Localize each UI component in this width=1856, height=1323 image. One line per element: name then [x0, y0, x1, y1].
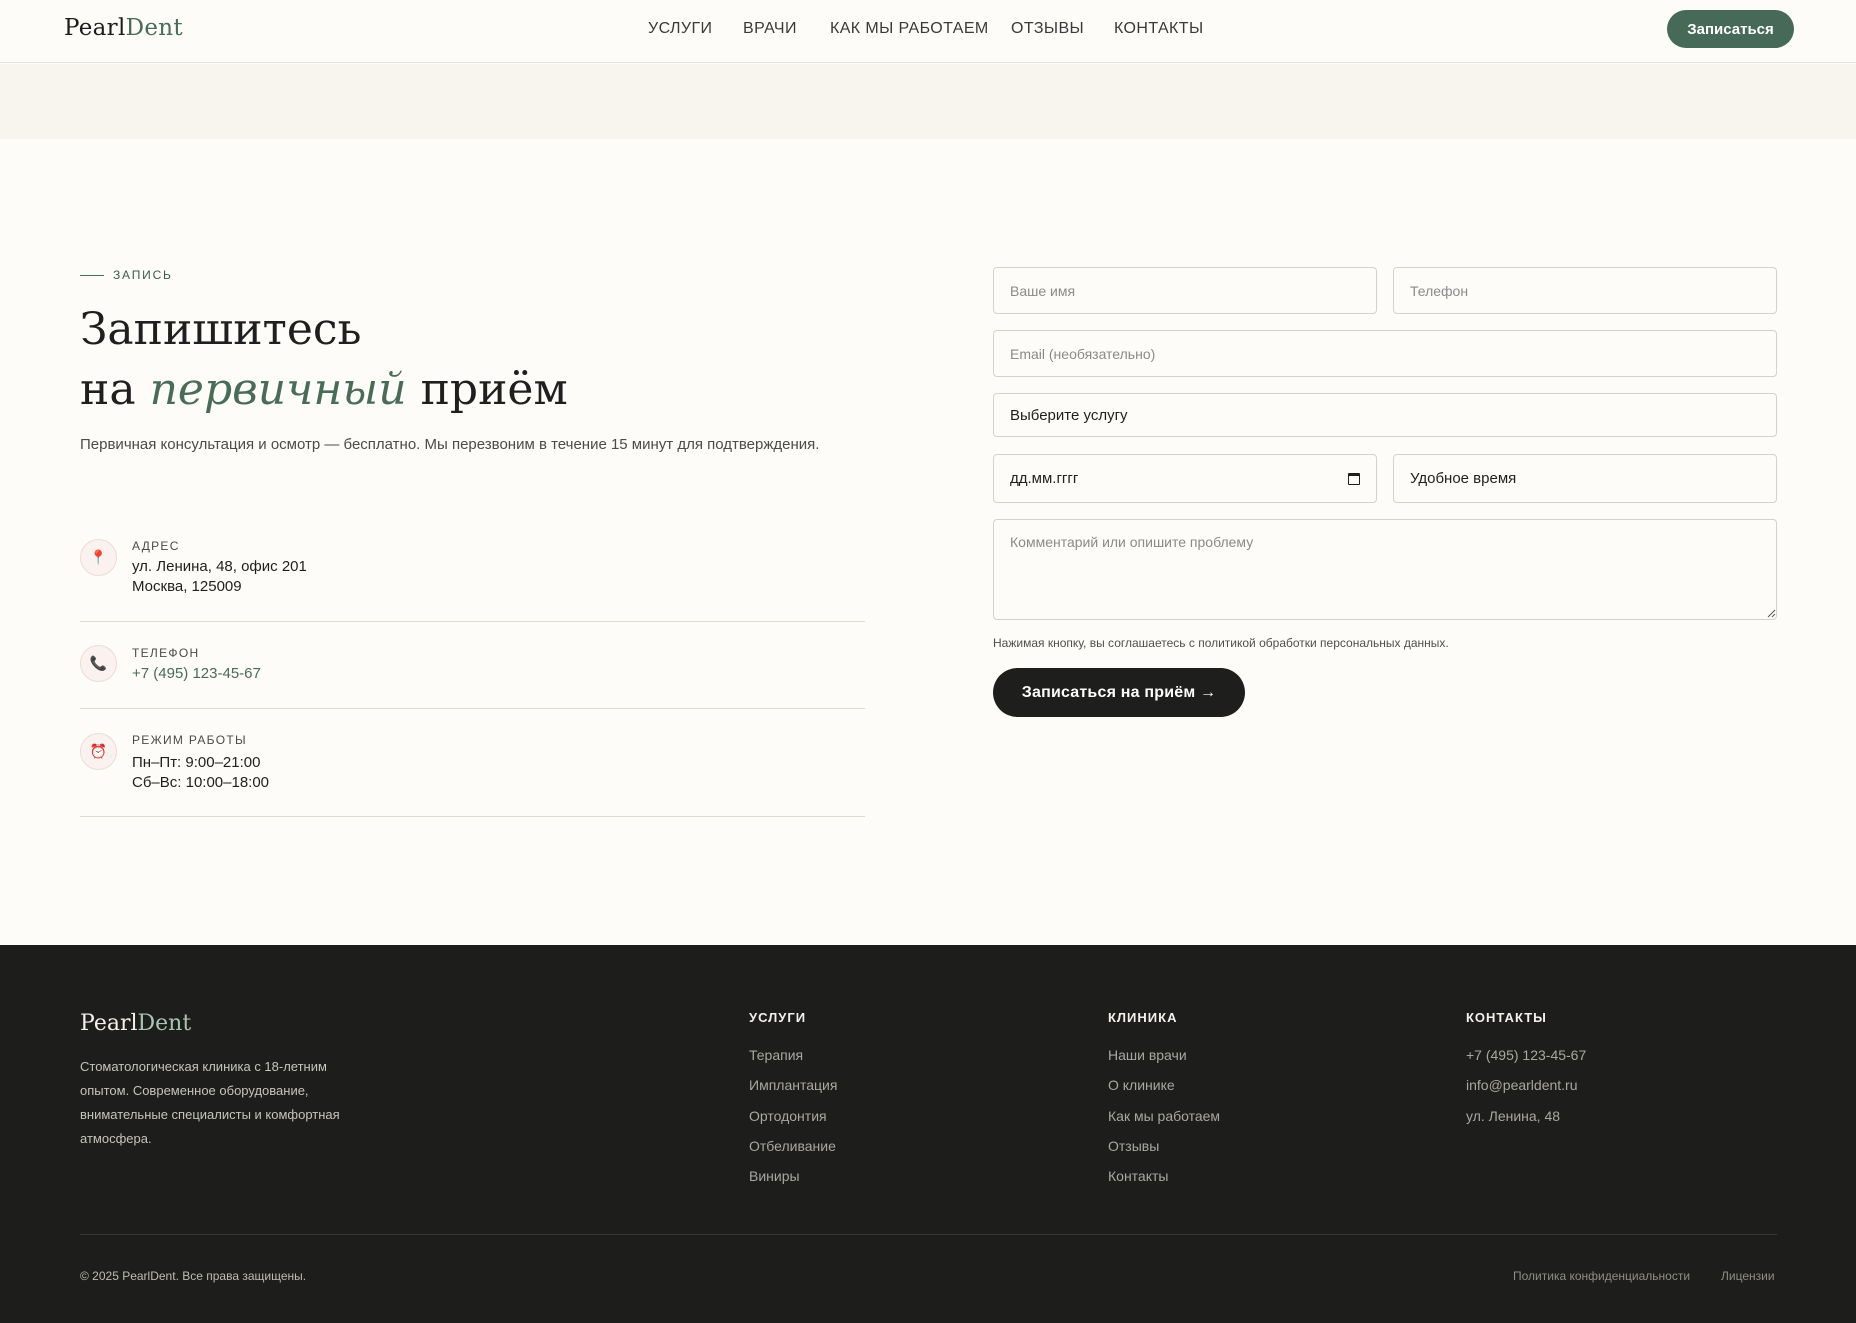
- footer-heading-services: УСЛУГИ: [749, 1010, 807, 1025]
- info-phone: 📞 ТЕЛЕФОН +7 (495) 123-45-67: [80, 622, 865, 709]
- footer-link-therapy[interactable]: Терапия: [749, 1047, 803, 1063]
- footer-licenses-link[interactable]: Лицензии: [1721, 1269, 1775, 1283]
- footer-contact-email[interactable]: info@pearldent.ru: [1466, 1077, 1578, 1093]
- footer-heading-clinic: КЛИНИКА: [1108, 1010, 1178, 1025]
- info-address: 📍 АДРЕС ул. Ленина, 48, офис 201 Москва,…: [80, 536, 865, 622]
- footer-link-orthodontics[interactable]: Ортодонтия: [749, 1108, 827, 1124]
- nav-item-contacts[interactable]: КОНТАКТЫ: [1114, 20, 1204, 38]
- header-book-button[interactable]: Записаться: [1667, 10, 1794, 48]
- footer-link-doctors[interactable]: Наши врачи: [1108, 1047, 1187, 1063]
- hero-band: [0, 64, 1856, 139]
- footer-privacy-link[interactable]: Политика конфиденциальности: [1513, 1269, 1690, 1283]
- map-pin-icon: 📍: [80, 539, 117, 576]
- phone-label: ТЕЛЕФОН: [132, 646, 200, 660]
- title-line-2-start: на: [80, 364, 136, 415]
- address-line-1: ул. Ленина, 48, офис 201: [132, 558, 307, 575]
- hours-line-2: Сб–Вс: 10:00–18:00: [132, 774, 270, 791]
- phone-icon: 📞: [80, 645, 117, 682]
- footer-link-veneers[interactable]: Виниры: [749, 1168, 800, 1184]
- footer-logo-text-pearl: Pearl: [80, 1011, 138, 1036]
- nav-item-how-we-work[interactable]: КАК МЫ РАБОТАЕМ: [830, 20, 989, 38]
- booking-subtitle: Первичная консультация и осмотр — беспла…: [80, 436, 820, 453]
- title-line-1: Запишитесь: [80, 304, 362, 355]
- footer-link-whitening[interactable]: Отбеливание: [749, 1138, 836, 1154]
- booking-title: Запишитесь на первичный приём: [80, 300, 840, 420]
- eyebrow-text: ЗАПИСЬ: [113, 268, 173, 282]
- footer-link-contacts[interactable]: Контакты: [1108, 1168, 1168, 1184]
- comment-textarea[interactable]: [993, 519, 1777, 620]
- footer-contact-address[interactable]: ул. Ленина, 48: [1466, 1108, 1560, 1124]
- nav-item-reviews[interactable]: ОТЗЫВЫ: [1011, 20, 1084, 38]
- address-line-2: Москва, 125009: [132, 578, 242, 595]
- footer-logo[interactable]: PearlDent: [80, 1011, 191, 1036]
- submit-booking-button[interactable]: Записаться на приём →: [993, 668, 1245, 717]
- footer-copyright: © 2025 PearlDent. Все права защищены.: [80, 1269, 307, 1283]
- date-input-value: дд.мм.гггг: [1010, 470, 1079, 487]
- site-footer: PearlDent Стоматологическая клиника с 18…: [0, 945, 1856, 1323]
- footer-link-about[interactable]: О клинике: [1108, 1077, 1175, 1093]
- footer-logo-text-dent: Dent: [137, 1011, 192, 1036]
- calendar-icon[interactable]: [1348, 472, 1360, 485]
- title-line-2-end: приём: [420, 364, 568, 415]
- address-label: АДРЕС: [132, 539, 180, 553]
- main-nav: УСЛУГИ ВРАЧИ КАК МЫ РАБОТАЕМ ОТЗЫВЫ КОНТ…: [0, 20, 1856, 42]
- eyebrow-line: [80, 275, 104, 276]
- service-select-value: Выберите услугу: [1010, 406, 1128, 424]
- footer-contact-phone[interactable]: +7 (495) 123-45-67: [1466, 1047, 1586, 1063]
- footer-divider: [80, 1234, 1777, 1235]
- hours-label: РЕЖИМ РАБОТЫ: [132, 733, 247, 747]
- phone-input[interactable]: [1393, 267, 1777, 314]
- footer-description: Стоматологическая клиника с 18-летним оп…: [80, 1059, 340, 1146]
- alarm-clock-icon: ⏰: [80, 733, 117, 770]
- hours-line-1: Пн–Пт: 9:00–21:00: [132, 754, 261, 771]
- date-input[interactable]: дд.мм.гггг: [993, 454, 1377, 503]
- nav-item-doctors[interactable]: ВРАЧИ: [743, 20, 797, 38]
- title-emphasis: первичный: [149, 364, 407, 415]
- name-input[interactable]: [993, 267, 1377, 314]
- footer-link-implantation[interactable]: Имплантация: [749, 1077, 837, 1093]
- service-select[interactable]: Выберите услугу: [993, 393, 1777, 437]
- footer-heading-contacts: КОНТАКТЫ: [1466, 1010, 1547, 1025]
- info-hours: ⏰ РЕЖИМ РАБОТЫ Пн–Пт: 9:00–21:00 Сб–Вс: …: [80, 709, 865, 817]
- site-header: PearlDent УСЛУГИ ВРАЧИ КАК МЫ РАБОТАЕМ О…: [0, 0, 1856, 63]
- email-input[interactable]: [993, 330, 1777, 377]
- time-select-value: Удобное время: [1410, 470, 1517, 487]
- nav-item-services[interactable]: УСЛУГИ: [648, 20, 712, 38]
- resize-grip-icon[interactable]: [1766, 608, 1776, 618]
- consent-text: Нажимая кнопку, вы соглашаетесь с полити…: [993, 636, 1449, 650]
- footer-link-reviews[interactable]: Отзывы: [1108, 1138, 1159, 1154]
- phone-link[interactable]: +7 (495) 123-45-67: [132, 664, 261, 684]
- time-select[interactable]: Удобное время: [1393, 454, 1777, 503]
- footer-link-how-we-work[interactable]: Как мы работаем: [1108, 1108, 1220, 1124]
